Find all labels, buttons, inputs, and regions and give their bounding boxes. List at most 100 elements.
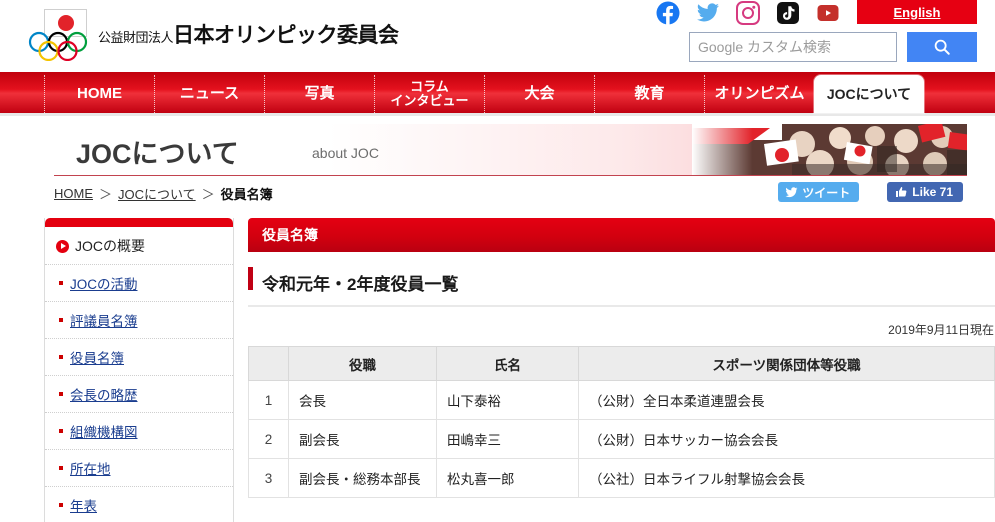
nav-item-home[interactable]: HOME xyxy=(44,75,154,113)
officers-table: 役職 氏名 スポーツ関係団体等役職 1 会長 山下泰裕 （公財）全日本柔道連盟会… xyxy=(248,346,995,498)
search-icon xyxy=(934,39,950,55)
facebook-like-button[interactable]: Like 71 xyxy=(887,182,963,202)
nav-item-column-interview[interactable]: コラム インタビュー xyxy=(374,75,484,113)
nav-label: 写真 xyxy=(304,85,335,103)
site-logo-text: 公益財団法人 日本オリンピック委員会 xyxy=(98,19,399,51)
search-submit-button[interactable] xyxy=(907,32,977,62)
section-header: 役員名簿 xyxy=(248,218,995,252)
sidebar-item-president-profile[interactable]: 会長の略歴 xyxy=(45,376,233,413)
sidebar-item-councillors-list[interactable]: 評議員名簿 xyxy=(45,302,233,339)
nav-label: オリンピズム xyxy=(714,85,805,103)
sidebar-item-label: 役員名簿 xyxy=(70,351,124,366)
nav-item-news[interactable]: ニュース xyxy=(154,75,264,113)
instagram-icon[interactable] xyxy=(736,1,760,25)
youtube-icon[interactable] xyxy=(816,1,840,25)
org-name: 日本オリンピック委員会 xyxy=(173,24,399,47)
site-logo[interactable]: 公益財団法人 日本オリンピック委員会 xyxy=(28,6,399,64)
cell-name: 松丸喜一郎 xyxy=(436,458,579,498)
sidebar-item-chronology[interactable]: 年表 xyxy=(45,487,233,522)
content-area: JOCの概要 JOCの活動 評議員名簿 役員名簿 会長の略歴 組織機構図 所在地… xyxy=(0,218,995,522)
page-title-english: about JOC xyxy=(312,145,379,161)
twitter-icon xyxy=(785,186,798,197)
table-row: 3 副会長・総務本部長 松丸喜一郎 （公社）日本ライフル射撃協会会長 xyxy=(248,458,995,498)
cell-post: 副会長 xyxy=(288,419,437,459)
nav-item-games[interactable]: 大会 xyxy=(484,75,594,113)
main-panel: 役員名簿 令和元年・2年度役員一覧 2019年9月11日現在 役職 氏名 スポー… xyxy=(248,218,995,522)
bullet-icon xyxy=(59,355,63,359)
bullet-icon xyxy=(59,318,63,322)
sidebar-heading-label: JOCの概要 xyxy=(75,238,145,254)
sidebar: JOCの概要 JOCの活動 評議員名簿 役員名簿 会長の略歴 組織機構図 所在地… xyxy=(44,218,234,522)
sidebar-item-label: 所在地 xyxy=(70,462,111,477)
cell-affiliation: （公財）日本サッカー協会会長 xyxy=(578,419,995,459)
nav-label: JOCについて xyxy=(826,85,912,102)
bullet-icon xyxy=(59,503,63,507)
sidebar-item-label: 年表 xyxy=(70,499,97,514)
page-root: 公益財団法人 日本オリンピック委員会 English Google カスタム検索… xyxy=(0,0,995,522)
nav-label-line2: インタビュー xyxy=(390,93,469,108)
as-of-date: 2019年9月11日現在 xyxy=(888,323,994,337)
breadcrumb-separator: ＞ xyxy=(99,187,113,202)
bullet-icon xyxy=(59,466,63,470)
main-navigation: HOME ニュース 写真 コラム インタビュー 大会 教育 オリンピズム JOC… xyxy=(0,72,995,116)
nav-label: 教育 xyxy=(634,85,665,103)
sidebar-item-org-chart[interactable]: 組織機構図 xyxy=(45,413,233,450)
nav-label: 大会 xyxy=(524,85,555,103)
arrow-circle-icon xyxy=(56,239,69,253)
cell-name: 田嶋幸三 xyxy=(436,419,579,459)
cell-number: 3 xyxy=(248,458,289,498)
table-header-row: 役職 氏名 スポーツ関係団体等役職 xyxy=(248,346,995,381)
cell-affiliation: （公財）全日本柔道連盟会長 xyxy=(578,380,995,420)
sidebar-item-label: JOCの活動 xyxy=(70,277,138,292)
table-row: 2 副会長 田嶋幸三 （公財）日本サッカー協会会長 xyxy=(248,419,995,459)
page-title: JOCについて xyxy=(76,139,239,169)
breadcrumb-item-about-joc[interactable]: JOCについて xyxy=(118,184,196,203)
table-row: 1 会長 山下泰裕 （公財）全日本柔道連盟会長 xyxy=(248,380,995,420)
joc-logo-mark xyxy=(28,6,90,64)
org-prefix: 公益財団法人 xyxy=(98,30,174,45)
bullet-icon xyxy=(59,429,63,433)
breadcrumb-item-current: 役員名簿 xyxy=(220,187,273,202)
bullet-icon xyxy=(59,281,63,285)
breadcrumb-item-home[interactable]: HOME xyxy=(54,186,93,201)
cell-number: 1 xyxy=(248,380,289,420)
sidebar-item-joc-activities[interactable]: JOCの活動 xyxy=(45,265,233,302)
nav-item-photos[interactable]: 写真 xyxy=(264,75,374,113)
olympic-rings-icon xyxy=(28,31,88,61)
tiktok-icon[interactable] xyxy=(776,1,800,25)
site-header: 公益財団法人 日本オリンピック委員会 English Google カスタム検索 xyxy=(0,0,995,72)
english-language-button[interactable]: English xyxy=(857,0,977,24)
breadcrumb-row: HOME ＞ JOCについて ＞ 役員名簿 ツイート Like 71 xyxy=(54,182,967,210)
nav-item-education[interactable]: 教育 xyxy=(594,75,704,113)
search-area xyxy=(689,32,977,62)
bullet-icon xyxy=(59,392,63,396)
sidebar-item-label: 会長の略歴 xyxy=(70,388,138,403)
facebook-icon[interactable] xyxy=(656,1,680,25)
column-header-affiliation: スポーツ関係団体等役職 xyxy=(578,346,995,381)
search-input[interactable] xyxy=(689,32,897,62)
sidebar-heading: JOCの概要 xyxy=(45,227,233,265)
banner-photo xyxy=(692,124,967,175)
like-label: Like 71 xyxy=(912,185,953,199)
twitter-icon[interactable] xyxy=(696,1,720,25)
nav-item-olympism[interactable]: オリンピズム xyxy=(704,75,814,113)
thumbs-up-icon xyxy=(896,187,907,197)
nav-label: ニュース xyxy=(179,85,240,103)
sub-heading: 令和元年・2年度役員一覧 xyxy=(248,264,995,307)
column-header-number xyxy=(248,346,289,381)
sidebar-item-location[interactable]: 所在地 xyxy=(45,450,233,487)
column-header-post: 役職 xyxy=(288,346,437,381)
cell-post: 会長 xyxy=(288,380,437,420)
nav-item-about-joc[interactable]: JOCについて xyxy=(814,75,924,113)
cell-name: 山下泰裕 xyxy=(436,380,579,420)
sidebar-item-label: 評議員名簿 xyxy=(70,314,138,329)
breadcrumb-separator: ＞ xyxy=(201,187,215,202)
crowd-photo xyxy=(692,124,967,175)
cell-post: 副会長・総務本部長 xyxy=(288,458,437,498)
cell-number: 2 xyxy=(248,419,289,459)
tweet-button[interactable]: ツイート xyxy=(778,182,860,202)
sidebar-item-label: 組織機構図 xyxy=(70,425,138,440)
cell-affiliation: （公社）日本ライフル射撃協会会長 xyxy=(578,458,995,498)
nav-label: HOME xyxy=(77,85,122,103)
sidebar-item-officers-list[interactable]: 役員名簿 xyxy=(45,339,233,376)
